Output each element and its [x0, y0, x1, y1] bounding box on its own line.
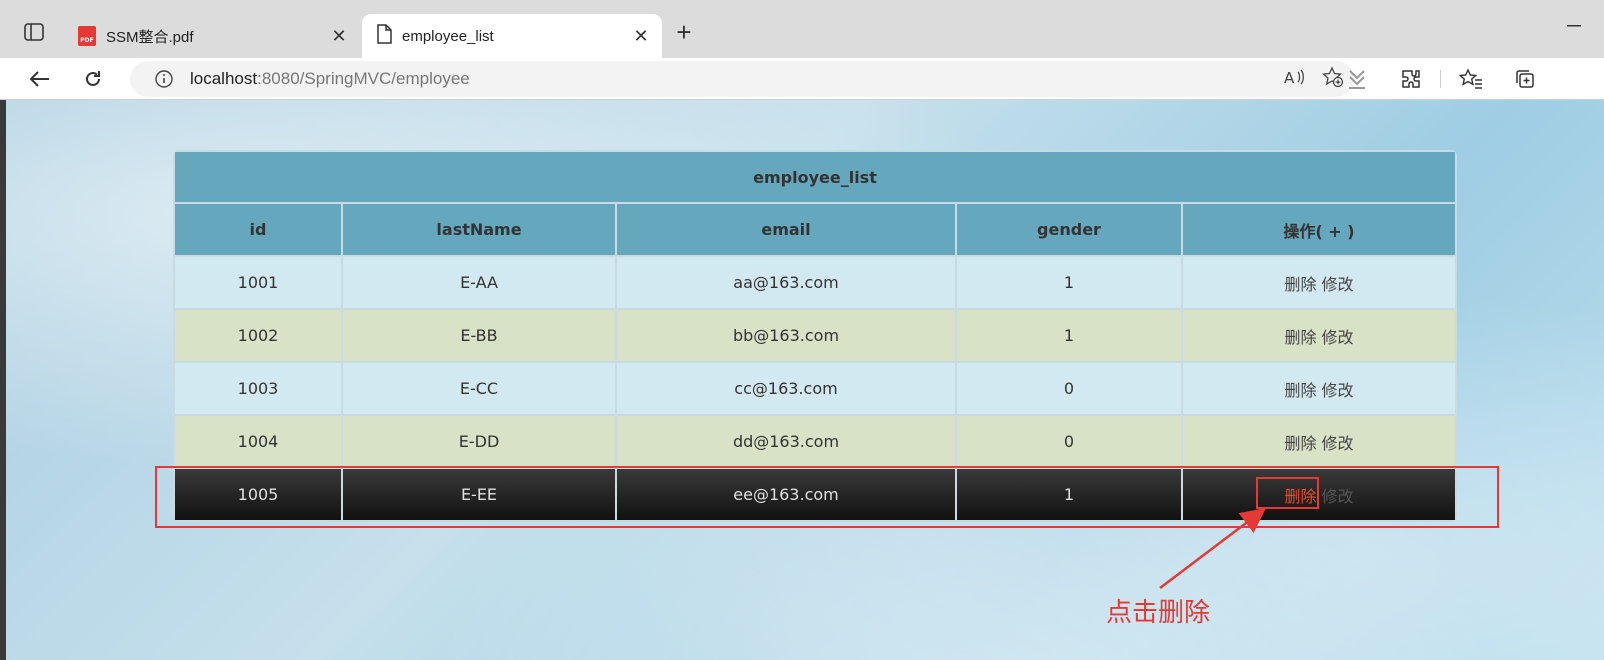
annotation-label: 点击删除 — [1106, 598, 1211, 628]
annotation-arrow — [1159, 507, 1266, 589]
